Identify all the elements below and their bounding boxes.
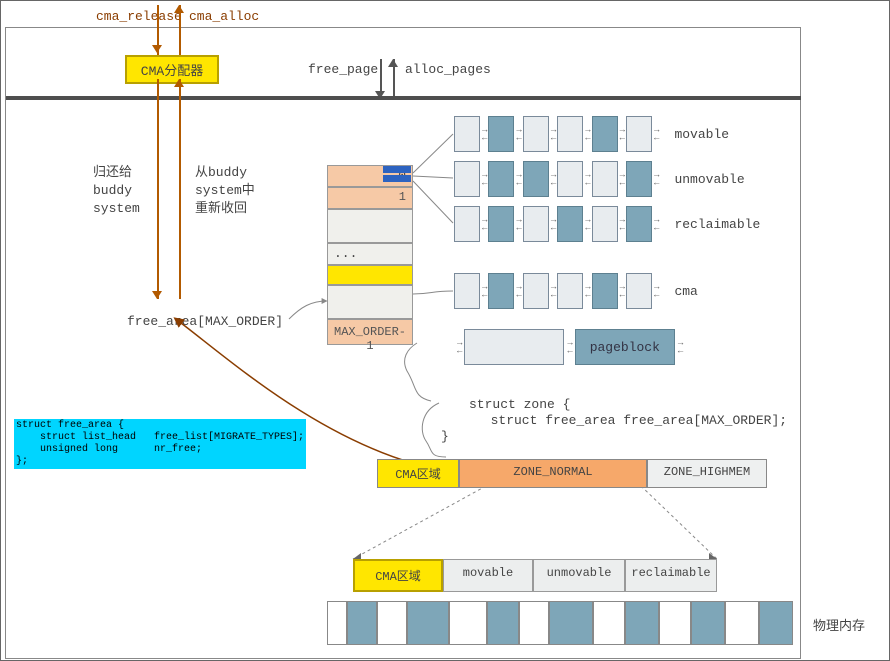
fa-cell-0: 0 bbox=[327, 165, 413, 187]
code-struct-zone-field: struct free_area free_area[MAX_ORDER]; bbox=[475, 413, 787, 428]
zone-highmem: ZONE_HIGHMEM bbox=[647, 459, 767, 488]
mig-unmovable: unmovable bbox=[533, 559, 625, 592]
note-struct-free-area: struct free_area { struct list_head free… bbox=[14, 419, 306, 469]
mig-reclaimable: reclaimable bbox=[625, 559, 717, 592]
fa-cell-yellow bbox=[327, 265, 413, 285]
zone-bar: CMA区域 ZONE_NORMAL ZONE_HIGHMEM bbox=[377, 459, 767, 488]
label-free-area: free_area[MAX_ORDER] bbox=[127, 314, 283, 329]
label-cma-alloc: cma_alloc bbox=[189, 9, 259, 24]
label-retrieve-buddy: 从buddy system中 重新收回 bbox=[195, 164, 255, 218]
mig-cma: CMA区域 bbox=[353, 559, 443, 592]
fa-cell-last: MAX_ORDER-1 bbox=[327, 319, 413, 345]
zone-cma: CMA区域 bbox=[377, 459, 459, 488]
mig-movable: movable bbox=[443, 559, 533, 592]
fa-cell-dots: ... bbox=[327, 243, 413, 265]
label-physical-memory: 物理内存 bbox=[813, 615, 865, 634]
label-cma-release: cma_release bbox=[96, 9, 182, 24]
physical-memory-strip bbox=[327, 601, 793, 645]
fa-cell-1: 1 bbox=[327, 187, 413, 209]
code-struct-zone-open: struct zone { bbox=[469, 397, 570, 412]
code-struct-zone-close: } bbox=[441, 429, 449, 444]
row-unmovable: →← →← →← →← →← →← unmovable bbox=[454, 161, 745, 197]
row-movable: →← →← →← →← →← →← movable bbox=[454, 116, 729, 152]
label-alloc-pages: alloc_pages bbox=[405, 62, 491, 77]
label-return-buddy: 归还给 buddy system bbox=[93, 164, 140, 218]
fa-cell-blank2 bbox=[327, 285, 413, 319]
label-free-page: free_page bbox=[308, 62, 378, 77]
migrate-bar: CMA区域 movable unmovable reclaimable bbox=[353, 559, 717, 592]
row-reclaimable: →← →← →← →← →← →← reclaimable bbox=[454, 206, 760, 242]
box-cma-allocator: CMA分配器 bbox=[125, 55, 219, 84]
fa-cell-blank1 bbox=[327, 209, 413, 243]
row-pageblock: →← →← pageblock →← bbox=[454, 329, 685, 365]
zone-normal: ZONE_NORMAL bbox=[459, 459, 647, 488]
row-cma: →← →← →← →← →← →← cma bbox=[454, 273, 698, 309]
